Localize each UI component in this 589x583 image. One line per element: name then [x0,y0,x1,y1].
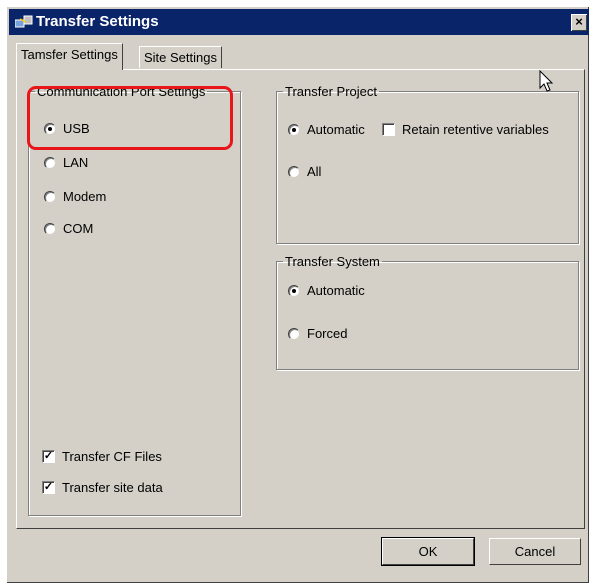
dialog-window: Transfer Settings × Tamsfer Settings Sit… [6,6,589,583]
checkbox-transfer-site-data[interactable]: ✓ Transfer site data [42,480,163,495]
transfer-system-group: Transfer System [276,254,579,370]
transfer-system-legend: Transfer System [285,254,380,269]
ok-button[interactable]: OK [381,537,475,566]
checkbox-site-label: Transfer site data [62,480,163,495]
tab-label: Site Settings [144,50,217,65]
radio-com[interactable]: COM [44,221,93,236]
highlight-box [27,86,233,150]
checkbox-transfer-cf-files[interactable]: ✓ Transfer CF Files [42,449,162,464]
tab-label: Tamsfer Settings [21,47,118,62]
radio-project-automatic-label: Automatic [307,122,365,137]
checkbox-box[interactable]: ✓ [42,481,55,494]
radio-modem-label: Modem [63,189,107,204]
title-bar[interactable]: Transfer Settings × [9,9,589,35]
mouse-pointer-icon [539,70,554,92]
app-transfer-icon [15,15,33,28]
close-button[interactable]: × [571,14,587,31]
radio-project-all[interactable]: All [288,164,321,179]
checkbox-cf-label: Transfer CF Files [62,449,162,464]
cancel-button[interactable]: Cancel [489,538,581,565]
radio-com-label: COM [63,221,94,236]
radio-indicator[interactable] [288,165,300,178]
radio-modem[interactable]: Modem [44,189,106,204]
window-title: Transfer Settings [36,13,159,30]
radio-indicator[interactable] [44,190,56,203]
radio-lan[interactable]: LAN [44,155,88,170]
checkbox-box[interactable] [382,123,395,136]
checkbox-retain-label: Retain retentive variables [402,122,549,137]
radio-indicator[interactable] [288,284,300,297]
radio-system-automatic[interactable]: Automatic [288,283,365,298]
radio-lan-label: LAN [63,155,89,170]
radio-system-forced[interactable]: Forced [288,326,347,341]
radio-project-automatic[interactable]: Automatic [288,122,365,137]
tab-transfer-settings[interactable]: Tamsfer Settings [16,43,123,70]
radio-system-automatic-label: Automatic [307,283,365,298]
radio-indicator[interactable] [288,327,300,340]
radio-system-forced-label: Forced [307,326,348,341]
radio-indicator[interactable] [288,123,300,136]
radio-indicator[interactable] [44,156,56,169]
radio-indicator[interactable] [44,222,56,235]
radio-project-all-label: All [307,164,322,179]
checkbox-box[interactable]: ✓ [42,450,55,463]
tab-site-settings[interactable]: Site Settings [139,46,222,68]
transfer-project-legend: Transfer Project [285,84,377,99]
checkbox-retain-retentive[interactable]: Retain retentive variables [382,122,549,137]
